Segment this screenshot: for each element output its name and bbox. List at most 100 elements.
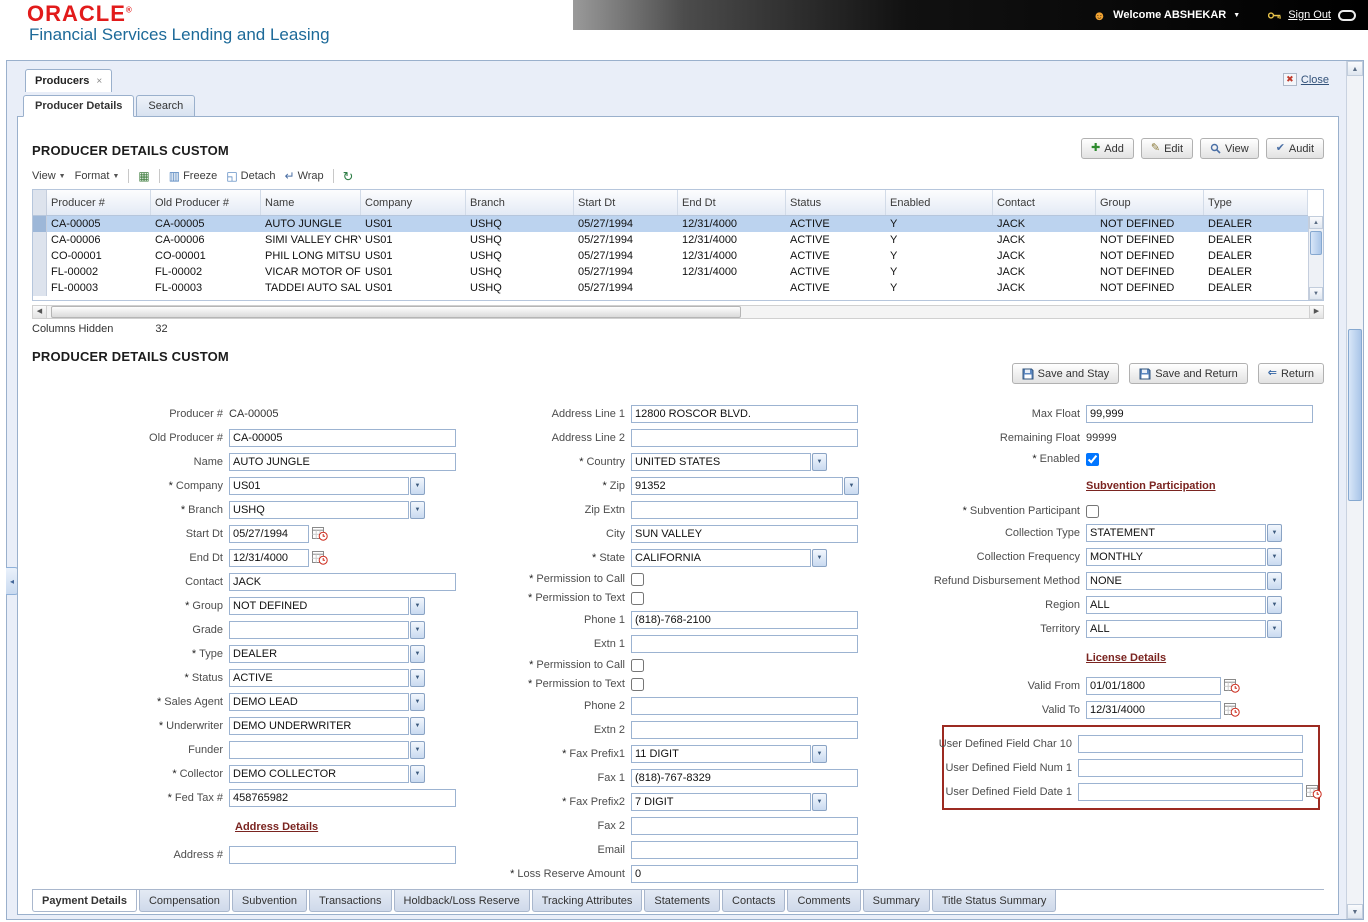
refund-disbursement-method-input[interactable] — [1086, 572, 1266, 590]
collection-type-input[interactable] — [1086, 524, 1266, 542]
address-number-input[interactable] — [229, 846, 456, 864]
extn-1-input[interactable] — [631, 635, 858, 653]
view-button[interactable]: View — [1200, 138, 1259, 159]
contacts-tab[interactable]: Contacts — [722, 890, 785, 912]
grade-input[interactable] — [229, 621, 409, 639]
freeze-button[interactable]: ▥Freeze — [169, 170, 218, 182]
row-selector[interactable] — [33, 216, 47, 232]
grade-dropdown-button[interactable]: ▼ — [410, 621, 425, 639]
address-line-2-input[interactable] — [631, 429, 858, 447]
row-selector[interactable] — [33, 280, 47, 296]
table-vertical-scrollbar[interactable]: ▲ ▼ — [1308, 216, 1323, 300]
collection-frequency-dropdown-button[interactable]: ▼ — [1267, 548, 1282, 566]
email-input[interactable] — [631, 841, 858, 859]
table-row[interactable]: FL-00002 FL-00002 VICAR MOTOR OF ... US0… — [33, 264, 1308, 280]
status-dropdown-button[interactable]: ▼ — [410, 669, 425, 687]
column-header[interactable]: Type — [1204, 190, 1308, 215]
transactions-tab[interactable]: Transactions — [309, 890, 392, 912]
column-header[interactable]: Start Dt — [574, 190, 678, 215]
save-and-stay-button[interactable]: Save and Stay — [1012, 363, 1120, 384]
wrap-button[interactable]: ↵Wrap — [285, 170, 324, 182]
permission-to-text-1-checkbox[interactable] — [631, 592, 644, 605]
producer-name-input[interactable] — [229, 453, 456, 471]
group-dropdown-button[interactable]: ▼ — [410, 597, 425, 615]
edit-button[interactable]: ✎Edit — [1141, 138, 1193, 159]
row-selector[interactable] — [33, 248, 47, 264]
status-input[interactable] — [229, 669, 409, 687]
company-dropdown-button[interactable]: ▼ — [410, 477, 425, 495]
country-dropdown-button[interactable]: ▼ — [812, 453, 827, 471]
underwriter-input[interactable] — [229, 717, 409, 735]
collection-type-dropdown-button[interactable]: ▼ — [1267, 524, 1282, 542]
fax-prefix1-input[interactable] — [631, 745, 811, 763]
return-button[interactable]: ⇐Return — [1258, 363, 1324, 384]
underwriter-dropdown-button[interactable]: ▼ — [410, 717, 425, 735]
scroll-left-arrow[interactable]: ◀ — [33, 306, 47, 318]
user-defined-field-date-1-input[interactable] — [1078, 783, 1303, 801]
state-input[interactable] — [631, 549, 811, 567]
end-dt-input[interactable] — [229, 549, 309, 567]
chevron-down-icon[interactable]: ▼ — [1233, 12, 1240, 19]
tracking-attributes-tab[interactable]: Tracking Attributes — [532, 890, 643, 912]
old-producer-number-input[interactable] — [229, 429, 456, 447]
sign-out-link[interactable]: Sign Out — [1288, 9, 1331, 21]
valid-to-input[interactable] — [1086, 701, 1221, 719]
table-row[interactable]: CA-00005 CA-00005 AUTO JUNGLE US01 USHQ … — [33, 216, 1308, 232]
view-menu-button[interactable]: View▼ — [32, 170, 66, 182]
column-header[interactable]: Company — [361, 190, 466, 215]
user-defined-field-char-10-input[interactable] — [1078, 735, 1303, 753]
branch-input[interactable] — [229, 501, 409, 519]
search-subtab[interactable]: Search — [136, 95, 195, 117]
state-dropdown-button[interactable]: ▼ — [812, 549, 827, 567]
scroll-down-arrow[interactable]: ▼ — [1309, 287, 1323, 300]
company-input[interactable] — [229, 477, 409, 495]
scrollbar-thumb[interactable] — [1310, 231, 1322, 255]
scrollbar-thumb[interactable] — [51, 306, 741, 318]
fax-prefix1-dropdown-button[interactable]: ▼ — [812, 745, 827, 763]
funder-input[interactable] — [229, 741, 409, 759]
user-defined-field-date-1-calendar-button[interactable] — [1306, 784, 1322, 799]
subvention-participant-checkbox[interactable] — [1086, 505, 1099, 518]
holdback-loss-reserve-tab[interactable]: Holdback/Loss Reserve — [394, 890, 530, 912]
funder-dropdown-button[interactable]: ▼ — [410, 741, 425, 759]
group-input[interactable] — [229, 597, 409, 615]
column-header[interactable]: Enabled — [886, 190, 993, 215]
extn-2-input[interactable] — [631, 721, 858, 739]
phone-1-input[interactable] — [631, 611, 858, 629]
branch-dropdown-button[interactable]: ▼ — [410, 501, 425, 519]
permission-to-call-2-checkbox[interactable] — [631, 659, 644, 672]
table-row[interactable]: CA-00006 CA-00006 SIMI VALLEY CHRY... US… — [33, 232, 1308, 248]
producers-tab[interactable]: Producers × — [25, 69, 112, 92]
row-selector[interactable] — [33, 264, 47, 280]
format-menu-button[interactable]: Format▼ — [75, 170, 120, 182]
scroll-down-arrow[interactable]: ▼ — [1347, 904, 1363, 919]
save-and-return-button[interactable]: Save and Return — [1129, 363, 1248, 384]
column-header[interactable]: Contact — [993, 190, 1096, 215]
table-row[interactable]: FL-00003 FL-00003 TADDEI AUTO SAL... US0… — [33, 280, 1308, 296]
sales-agent-input[interactable] — [229, 693, 409, 711]
row-selector[interactable] — [33, 232, 47, 248]
tab-close-icon[interactable]: × — [96, 76, 102, 87]
add-button[interactable]: ✚Add — [1081, 138, 1134, 159]
scrollbar-thumb[interactable] — [1348, 329, 1362, 501]
max-float-input[interactable] — [1086, 405, 1313, 423]
table-horizontal-scrollbar[interactable]: ◀ ▶ — [32, 305, 1324, 319]
export-to-excel-button[interactable]: ▦ — [138, 170, 149, 182]
address-line-1-input[interactable] — [631, 405, 858, 423]
start-dt-calendar-button[interactable] — [312, 526, 328, 541]
scroll-up-arrow[interactable]: ▲ — [1347, 61, 1363, 76]
fax-prefix2-dropdown-button[interactable]: ▼ — [812, 793, 827, 811]
column-header[interactable]: Old Producer # — [151, 190, 261, 215]
column-header[interactable]: End Dt — [678, 190, 786, 215]
fax-prefix2-input[interactable] — [631, 793, 811, 811]
fax-2-input[interactable] — [631, 817, 858, 835]
loss-reserve-amount-input[interactable] — [631, 865, 858, 883]
country-input[interactable] — [631, 453, 811, 471]
detach-button[interactable]: ◱Detach — [226, 170, 275, 182]
zip-extn-input[interactable] — [631, 501, 858, 519]
collector-input[interactable] — [229, 765, 409, 783]
column-header[interactable]: Group — [1096, 190, 1204, 215]
end-dt-calendar-button[interactable] — [312, 550, 328, 565]
subvention-tab[interactable]: Subvention — [232, 890, 307, 912]
territory-dropdown-button[interactable]: ▼ — [1267, 620, 1282, 638]
